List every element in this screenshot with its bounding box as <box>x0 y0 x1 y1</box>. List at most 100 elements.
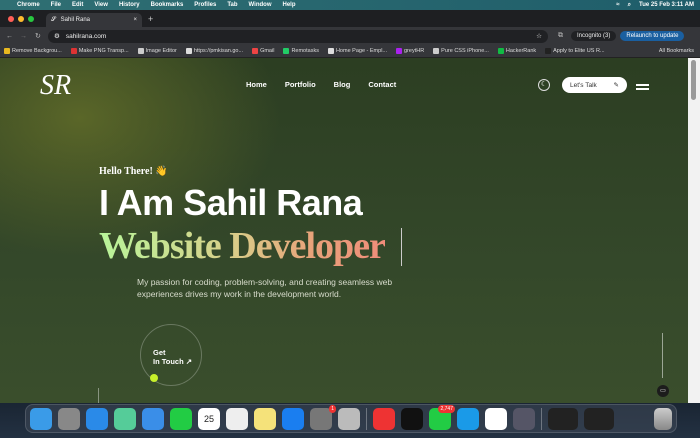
bookmark-favicon-icon <box>396 48 402 54</box>
nav-home[interactable]: Home <box>246 80 267 89</box>
menu-bookmarks[interactable]: Bookmarks <box>151 2 184 8</box>
bookmark-item[interactable]: https://pmkisan.go... <box>185 48 244 54</box>
minimize-window-button[interactable] <box>18 15 24 22</box>
back-icon[interactable]: ← <box>6 33 13 40</box>
get-text: Get <box>153 348 166 357</box>
hamburger-menu-icon[interactable] <box>636 84 649 92</box>
lets-talk-button[interactable]: Let's Talk ✎ <box>562 77 627 93</box>
bookmark-favicon-icon <box>137 48 144 54</box>
hero-title: I Am Sahil Rana <box>99 182 363 223</box>
relaunch-button[interactable]: Relaunch to update <box>620 31 685 41</box>
menu-tab[interactable]: Tab <box>227 2 237 8</box>
incognito-button[interactable]: Incognito (3) <box>571 31 617 41</box>
clock[interactable]: Tue 25 Feb 3:11 AM <box>639 2 694 9</box>
bookmark-label: Remotasks <box>291 48 319 54</box>
bookmarks-bar: Remove Backgrou... Make PNG Transp... Imag… <box>0 45 700 58</box>
notes-icon[interactable] <box>254 407 276 430</box>
menu-edit[interactable]: Edit <box>72 2 83 8</box>
menu-history[interactable]: History <box>119 2 140 8</box>
launchpad-icon[interactable] <box>58 407 80 430</box>
webpage: SR Home Portfolio Blog Contact ☾ Let's T… <box>0 58 688 403</box>
menu-help[interactable]: Help <box>283 2 296 8</box>
close-tab-icon[interactable]: × <box>133 17 137 23</box>
bookmark-label: Pure CSS iPhone... <box>441 48 489 54</box>
get-in-touch-label[interactable]: Get In Touch ↗ <box>153 348 192 366</box>
quicktime-icon[interactable] <box>513 407 535 430</box>
safari-icon[interactable] <box>86 407 108 430</box>
bookmark-item[interactable]: Apply to Elite US R... <box>545 48 605 54</box>
site-settings-icon[interactable]: ⚙ <box>54 32 60 40</box>
nav-contact[interactable]: Contact <box>368 80 396 89</box>
all-bookmarks[interactable]: All Bookmarks <box>659 48 694 54</box>
tab-sahil-rana[interactable]: 𝓢 Sahil Rana × <box>46 13 142 27</box>
menu-profiles[interactable]: Profiles <box>194 2 216 8</box>
anydesk-icon[interactable] <box>373 407 395 430</box>
bookmark-item[interactable]: Home Page - Empl... <box>327 48 387 54</box>
skype-icon[interactable] <box>457 407 479 430</box>
bookmark-label: Make PNG Transp... <box>78 48 129 54</box>
recent-window-2-icon[interactable] <box>584 407 614 430</box>
dock-separator <box>541 407 542 430</box>
mail-icon[interactable] <box>142 407 164 430</box>
new-tab-button[interactable]: + <box>148 14 153 24</box>
bookmark-favicon-icon <box>433 48 440 54</box>
favicon-icon: 𝓢 <box>51 16 56 23</box>
cursor-dot <box>150 374 158 382</box>
bookmark-item[interactable]: HackerRank <box>497 48 536 54</box>
nav-blog[interactable]: Blog <box>334 80 351 89</box>
bookmark-item[interactable]: Gmail <box>252 48 274 54</box>
extensions-icon[interactable]: ⧉ <box>558 32 563 40</box>
bookmark-item[interactable]: Remotasks <box>283 48 319 54</box>
forward-icon[interactable]: → <box>20 33 27 40</box>
site-logo[interactable]: SR <box>40 70 71 102</box>
recent-window-1-icon[interactable] <box>548 407 578 430</box>
system-settings-icon[interactable]: 1 <box>310 404 336 430</box>
terminal-icon[interactable] <box>401 407 423 430</box>
bookmark-label: https://pmkisan.go... <box>193 48 244 54</box>
menu-bar: Chrome File Edit View History Bookmarks … <box>0 0 700 10</box>
bookmark-item[interactable]: greytHR <box>396 48 424 54</box>
dock: 25 1 2,747 <box>25 404 677 433</box>
calendar-date: 25 <box>203 413 214 424</box>
bookmark-star-icon[interactable]: ☆ <box>536 32 542 40</box>
maximize-window-button[interactable] <box>28 15 34 22</box>
iphone-mirroring-icon[interactable] <box>338 407 360 430</box>
bookmark-favicon-icon <box>545 48 552 54</box>
menu-file[interactable]: File <box>51 2 61 8</box>
menu-view[interactable]: View <box>94 2 108 8</box>
reload-icon[interactable]: ↻ <box>35 32 41 40</box>
nav-portfolio[interactable]: Portfolio <box>285 80 316 89</box>
wifi-icon[interactable]: ≈ <box>616 2 619 9</box>
chat-icon[interactable]: ▭ <box>657 385 669 397</box>
dock-separator <box>366 407 367 430</box>
menu-chrome[interactable]: Chrome <box>17 2 40 8</box>
calendar-icon[interactable]: 25 <box>198 407 220 430</box>
pencil-icon: ✎ <box>613 82 619 89</box>
site-nav: Home Portfolio Blog Contact <box>246 80 396 89</box>
bookmark-item[interactable]: Pure CSS iPhone... <box>433 48 489 54</box>
bookmark-favicon-icon <box>327 48 334 54</box>
toolbar: ← → ↻ ⚙ sahilrana.com ☆ ⧉ Incognito (3) Re… <box>0 27 700 45</box>
app-store-icon[interactable] <box>282 407 304 430</box>
address-bar[interactable]: ⚙ sahilrana.com ☆ <box>48 29 548 43</box>
bookmark-item[interactable]: Make PNG Transp... <box>70 48 129 54</box>
bookmark-label: Gmail <box>260 48 275 54</box>
hero-description: My passion for coding, problem-solving, … <box>137 277 393 299</box>
menu-window[interactable]: Window <box>249 2 272 8</box>
bookmark-item[interactable]: Image Editor <box>137 48 177 54</box>
search-icon[interactable]: ⌕ <box>628 2 631 9</box>
close-window-button[interactable] <box>8 15 14 22</box>
vscode-icon[interactable] <box>485 407 507 430</box>
scrollbar[interactable] <box>688 58 700 403</box>
greeting: Hello There! 👋 <box>99 166 168 177</box>
bookmark-item[interactable]: Remove Backgrou... <box>4 48 62 54</box>
facetime-icon[interactable] <box>170 407 192 430</box>
dark-mode-toggle-icon[interactable]: ☾ <box>538 79 550 91</box>
chrome-icon[interactable] <box>226 407 248 430</box>
trash-icon[interactable] <box>654 407 672 430</box>
maps-icon[interactable] <box>114 407 136 430</box>
messages-icon[interactable]: 2,747 <box>429 404 455 430</box>
bookmark-label: Apply to Elite US R... <box>553 48 605 54</box>
finder-icon[interactable] <box>30 407 52 430</box>
url-text[interactable]: sahilrana.com <box>66 33 106 40</box>
